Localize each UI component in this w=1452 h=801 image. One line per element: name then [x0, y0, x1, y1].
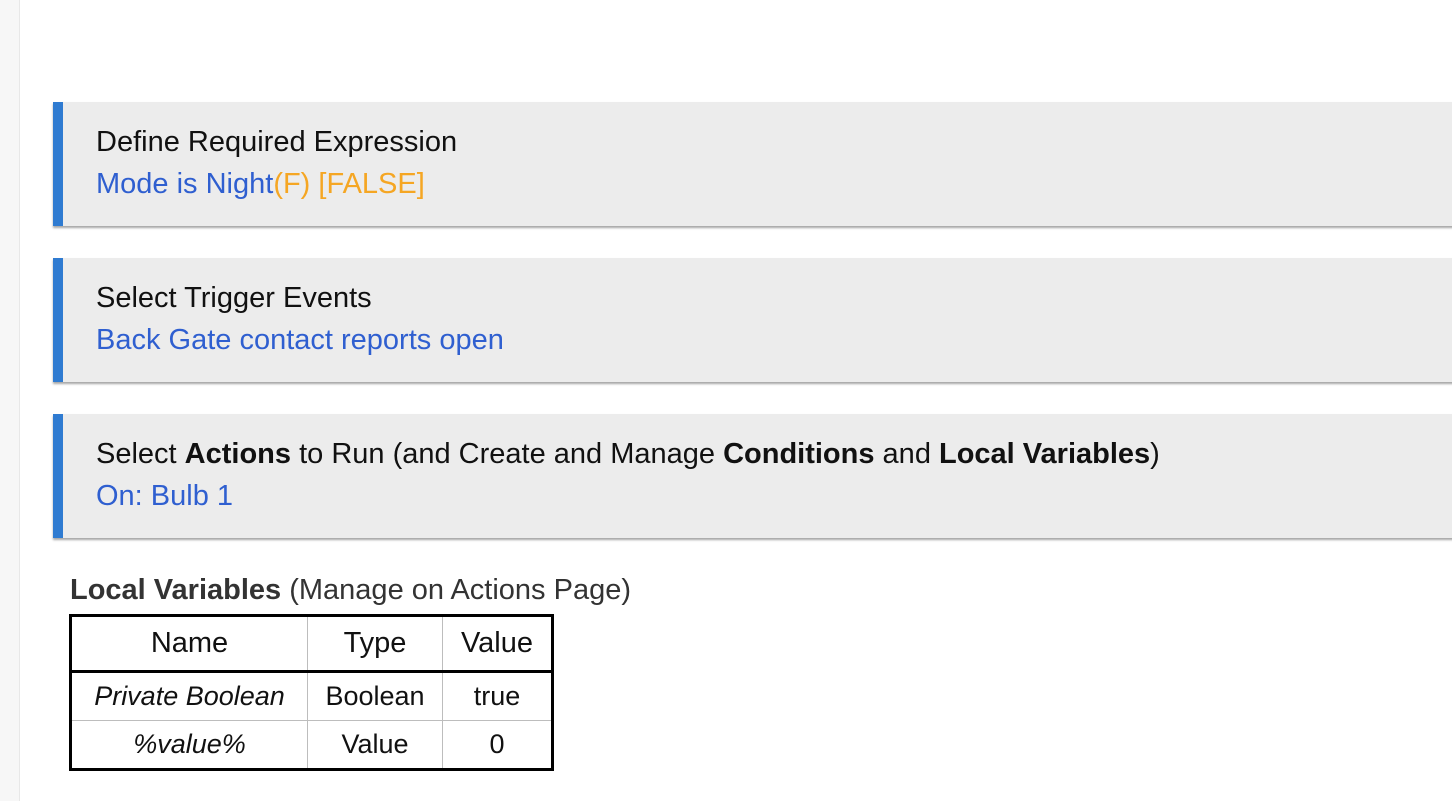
column-header-name: Name	[70, 615, 308, 673]
column-header-type: Type	[307, 615, 443, 673]
required-expression-summary: Mode is Night(F) [FALSE]	[96, 168, 425, 201]
trigger-events-section[interactable]: Select Trigger Events Back Gate contact …	[53, 258, 1452, 382]
variable-type: Boolean	[307, 671, 443, 721]
title-part: )	[1150, 438, 1160, 470]
actions-section[interactable]: Select Actions to Run (and Create and Ma…	[53, 414, 1452, 538]
section-title: Select Trigger Events	[96, 282, 372, 314]
column-header-value: Value	[442, 615, 553, 673]
section-title: Select Actions to Run (and Create and Ma…	[96, 438, 1160, 471]
variable-value: true	[442, 671, 553, 721]
required-expression-section[interactable]: Define Required Expression Mode is Night…	[53, 102, 1452, 226]
variable-name: Private Boolean	[70, 671, 308, 721]
table-header-row: Name Type Value	[70, 615, 553, 673]
title-part: to Run (and Create and Manage	[291, 438, 724, 470]
title-part: Select	[96, 438, 185, 470]
expression-text: Mode is Night	[96, 168, 274, 200]
local-variables-heading-note: (Manage on Actions Page)	[289, 574, 632, 606]
table-row: %value% Value 0	[70, 720, 553, 770]
local-variables-table: Name Type Value Private Boolean Boolean …	[69, 614, 554, 771]
title-part-conditions: Conditions	[723, 438, 875, 470]
expression-flag: (F)	[273, 168, 311, 200]
title-part-local-variables: Local Variables	[939, 438, 1151, 470]
local-variables-heading: Local Variables (Manage on Actions Page)	[70, 574, 631, 607]
rule-machine-page: Define Required Expression Mode is Night…	[0, 0, 1452, 801]
table-row: Private Boolean Boolean true	[70, 671, 553, 721]
left-rail	[0, 0, 20, 801]
variable-value: 0	[442, 720, 553, 770]
actions-summary: On: Bulb 1	[96, 480, 234, 512]
title-part-actions: Actions	[184, 438, 292, 470]
variable-type: Value	[307, 720, 443, 770]
expression-state: [FALSE]	[318, 168, 425, 200]
trigger-events-summary: Back Gate contact reports open	[96, 324, 504, 356]
title-part: and	[874, 438, 939, 470]
section-title: Define Required Expression	[96, 126, 458, 158]
variable-name: %value%	[70, 720, 308, 770]
local-variables-heading-bold: Local Variables	[70, 574, 282, 606]
